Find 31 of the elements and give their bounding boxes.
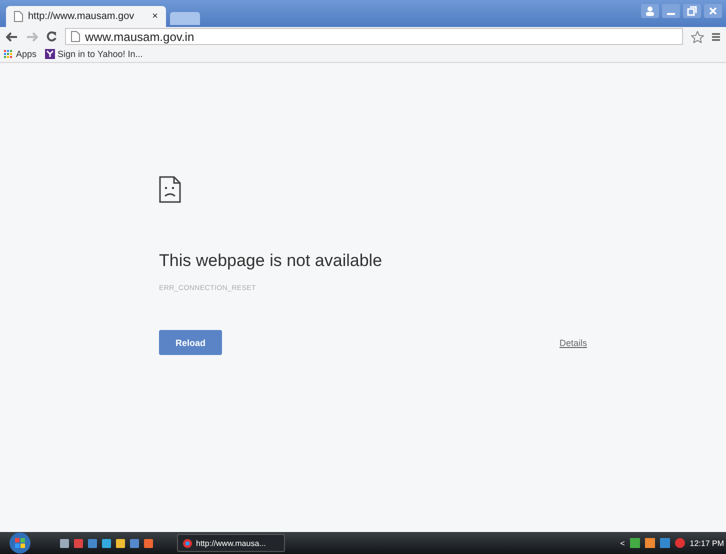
page-icon [14,11,23,22]
page-icon [71,31,80,42]
browser-icon [183,538,192,548]
sad-page-icon [159,176,181,203]
minimize-icon[interactable] [662,4,680,18]
tab-title: http://www.mausam.gov [28,11,136,22]
address-text: www.mausam.gov.in [85,30,194,44]
star-icon[interactable] [691,30,704,42]
yahoo-icon [44,49,55,59]
clock: 12:17 PM [690,538,724,548]
back-icon[interactable] [6,32,18,42]
address-bar[interactable]: www.mausam.gov.in [65,28,683,45]
details-link[interactable]: Details [559,338,587,348]
tray-expand-button[interactable]: < [620,538,625,548]
taskbar-window-button[interactable]: http://www.mausa... [177,534,285,552]
browser-tab[interactable]: http://www.mausam.gov × [6,6,166,27]
tray-app-icon[interactable] [644,538,655,548]
restore-icon[interactable] [683,4,701,18]
reload-button[interactable]: Reload [159,330,222,355]
bookmark-link[interactable]: Apps [16,49,37,59]
user-icon[interactable] [641,4,659,18]
apps-grid-icon [4,50,13,58]
bookmark-link[interactable]: Sign in to Yahoo! In... [58,49,143,59]
tray-app-icon[interactable] [660,538,670,548]
close-icon[interactable] [704,4,722,18]
error-title: This webpage is not available [159,251,384,271]
window-title: http://www.mausa... [196,538,266,548]
menu-icon[interactable] [712,32,720,42]
reload-icon[interactable] [46,31,57,42]
start-button[interactable] [8,532,32,554]
tab-close-button[interactable]: × [152,11,158,22]
